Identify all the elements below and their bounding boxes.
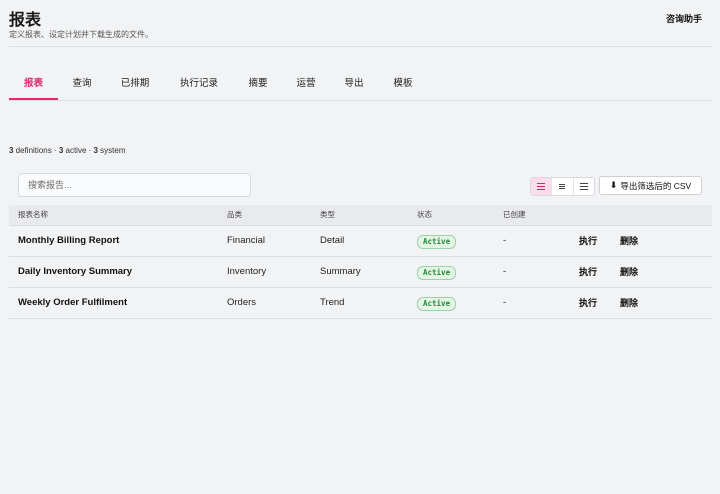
- table-header: 报表名称 品类 类型 状态 已创建: [9, 205, 712, 226]
- report-name[interactable]: Daily Inventory Summary: [18, 257, 132, 287]
- table-row[interactable]: Weekly Order Fulfilment Orders Trend Act…: [9, 288, 712, 319]
- run-button[interactable]: 执行: [579, 257, 597, 287]
- report-created: -: [503, 297, 507, 308]
- export-csv-button[interactable]: ⬇ 导出筛选后的 CSV: [599, 176, 702, 195]
- delete-button[interactable]: 删除: [620, 288, 638, 318]
- list-icon[interactable]: [531, 178, 552, 195]
- download-icon: ⬇: [609, 180, 618, 190]
- table-row[interactable]: Daily Inventory Summary Inventory Summar…: [9, 257, 712, 288]
- report-type: Summary: [320, 266, 361, 277]
- tab-bar: 报表 查询 已排期 执行记录 摘要 运营 导出 模板: [9, 70, 712, 101]
- report-type: Detail: [320, 235, 345, 246]
- tab-reports[interactable]: 报表: [9, 70, 58, 100]
- delete-button[interactable]: 删除: [620, 226, 638, 256]
- status-badge: Active: [417, 266, 457, 280]
- column-header-name[interactable]: 报表名称: [18, 205, 48, 225]
- column-header-category[interactable]: 品类: [227, 205, 242, 225]
- summary-counts: 3 definitions · 3 active · 3 system: [9, 146, 126, 155]
- page-subtitle: 定义报表、设定计划并下载生成的文件。: [9, 30, 153, 39]
- report-created: -: [503, 266, 507, 277]
- tab-templates[interactable]: 模板: [384, 70, 422, 99]
- column-header-created[interactable]: 已创建: [503, 205, 526, 225]
- definitions-label: definitions ·: [13, 146, 59, 155]
- run-button[interactable]: 执行: [579, 226, 597, 256]
- report-created: -: [503, 235, 507, 246]
- report-category: Inventory: [227, 266, 267, 277]
- compact-list-icon[interactable]: [551, 178, 572, 195]
- assistant-button[interactable]: 咨询助手: [666, 12, 702, 25]
- table-row[interactable]: Monthly Billing Report Financial Detail …: [9, 226, 712, 257]
- report-name[interactable]: Weekly Order Fulfilment: [18, 288, 127, 318]
- detail-list-icon[interactable]: [572, 178, 594, 195]
- active-label: active ·: [63, 146, 94, 155]
- report-category: Orders: [227, 297, 257, 308]
- tab-queries[interactable]: 查询: [61, 70, 103, 99]
- view-toggle: [530, 177, 595, 196]
- reports-table: 报表名称 品类 类型 状态 已创建 Monthly Billing Report…: [9, 205, 712, 319]
- status-badge: Active: [417, 297, 457, 311]
- header-divider: [9, 46, 712, 47]
- tab-scheduled[interactable]: 已排期: [112, 70, 158, 99]
- status-badge: Active: [417, 235, 457, 249]
- tab-run-history[interactable]: 执行记录: [173, 70, 225, 99]
- column-header-status[interactable]: 状态: [417, 205, 432, 225]
- tab-exports[interactable]: 导出: [335, 70, 373, 99]
- system-label: system: [97, 146, 126, 155]
- tab-operations[interactable]: 运营: [287, 70, 325, 99]
- column-header-type[interactable]: 类型: [320, 205, 335, 225]
- tab-digest[interactable]: 摘要: [239, 70, 277, 99]
- search-input[interactable]: [18, 173, 251, 197]
- report-type: Trend: [320, 297, 345, 308]
- export-csv-label: 导出筛选后的 CSV: [620, 180, 692, 191]
- delete-button[interactable]: 删除: [620, 257, 638, 287]
- report-category: Financial: [227, 235, 266, 246]
- run-button[interactable]: 执行: [579, 288, 597, 318]
- page-title: 报表: [9, 12, 42, 29]
- report-name[interactable]: Monthly Billing Report: [18, 226, 119, 256]
